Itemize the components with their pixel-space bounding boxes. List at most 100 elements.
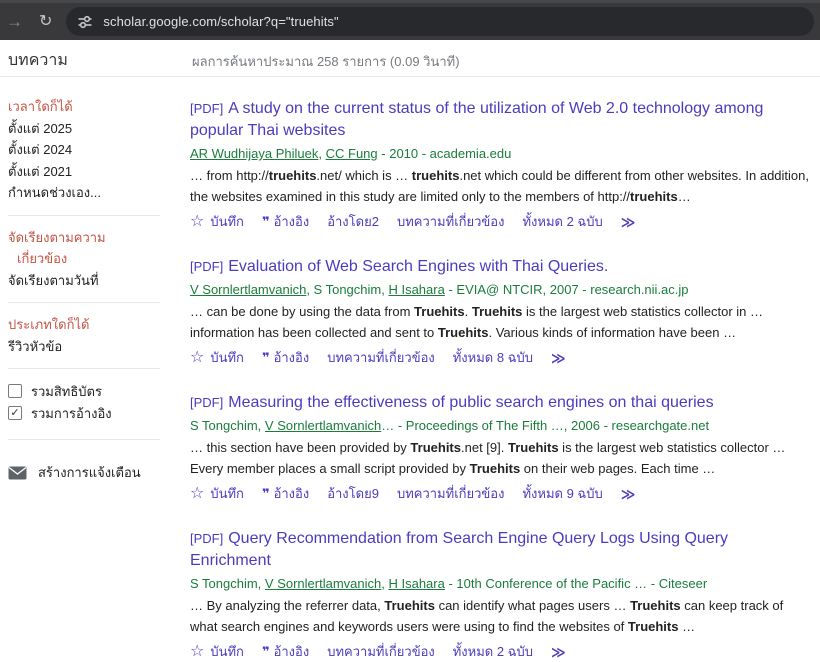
author-link[interactable]: V Sornlertlamvanich [265,576,381,591]
chevrons-icon: ≫ [551,351,566,365]
quote-icon: ❞ [262,645,268,658]
include-patents-checkbox[interactable] [8,384,22,398]
include-patents-option[interactable]: รวมสิทธิบัตร [8,380,178,402]
result-title-text[interactable]: Evaluation of Web Search Engines with Th… [228,258,608,275]
sort-by-date[interactable]: จัดเรียงตามวันที่ [8,270,178,292]
text-segment: can identify what pages users … [435,598,630,613]
text-segment: .net [9]. [461,440,508,455]
filter-any-type[interactable]: ประเภทใดก็ได้ [8,314,178,336]
forward-icon[interactable]: → [6,13,23,30]
include-citations-checkbox[interactable]: ✓ [8,406,22,420]
text-segment: Truehits [628,619,679,634]
text-segment: … - Proceedings of The Fifth …, 2006 - r… [381,418,709,433]
cite-button[interactable]: ❞อ้างอิง [262,211,309,232]
filter-anytime[interactable]: เวลาใดก็ได้ [8,96,178,118]
text-segment: .net/ which is … [316,168,411,183]
action-label: อ้างอิง [274,483,310,504]
filter-since-2021[interactable]: ตั้งแต่ 2021 [8,161,178,183]
pdf-tag[interactable]: [PDF] [190,101,223,116]
url-text[interactable]: scholar.google.com/scholar?q="truehits" [103,14,338,29]
text-segment: Truehits [410,440,461,455]
text-segment: … [678,619,695,634]
create-alert-button[interactable]: สร้างการแจ้งเตือน [8,462,178,483]
action-link[interactable]: ทั้งหมด 2 ฉบับ [453,641,533,662]
save-button[interactable]: ☆บันทึก [190,483,244,504]
action-link[interactable]: บทความที่เกี่ยวข้อง [397,211,505,232]
search-result: [PDF]A study on the current status of th… [190,98,812,232]
filters-sidebar: เวลาใดก็ได้ ตั้งแต่ 2025 ตั้งแต่ 2024 ตั… [8,96,178,483]
include-citations-option[interactable]: ✓ รวมการอ้างอิง [8,402,178,424]
action-link[interactable]: บทความที่เกี่ยวข้อง [327,347,435,368]
result-title-text[interactable]: Measuring the effectiveness of public se… [228,394,713,411]
action-label: ทั้งหมด 2 ฉบับ [453,641,533,662]
text-segment: - 2010 - academia.edu [378,146,512,161]
cite-button[interactable]: ❞อ้างอิง [262,347,309,368]
result-snippet: … from http://truehits.net/ which is … t… [190,165,812,207]
author-link[interactable]: H Isahara [388,282,444,297]
result-title-link[interactable]: [PDF]Query Recommendation from Search En… [190,528,812,572]
filter-custom-range[interactable]: กำหนดช่วงเอง... [8,182,178,204]
text-segment: … from http:// [190,168,269,183]
save-button[interactable]: ☆บันทึก [190,347,244,368]
pdf-tag[interactable]: [PDF] [190,531,223,546]
text-segment: - 10th Conference of the Pacific … - Cit… [445,576,707,591]
author-link[interactable]: AR Wudhijaya Philuek [190,146,318,161]
more-versions-button[interactable]: ≫ [621,487,636,501]
sort-by-relevance[interactable]: จัดเรียงตามความ เกี่ยวข้อง [8,227,178,270]
text-segment: truehits [630,189,678,204]
star-icon: ☆ [190,214,204,230]
sort-by-relevance-line1: จัดเรียงตามความ [8,227,178,249]
text-segment: … can be done by using the data from [190,304,414,319]
reload-icon[interactable]: ↻ [39,14,52,30]
cite-button[interactable]: ❞ อ้างอิง [262,483,309,504]
filter-since-2024[interactable]: ตั้งแต่ 2024 [8,139,178,161]
results-stats: ผลการค้นหาประมาณ 258 รายการ (0.09 วินาที… [192,51,460,72]
action-link[interactable]: อ้างโดย9 [327,483,379,504]
action-link[interactable]: ทั้งหมด 9 ฉบับ [522,483,602,504]
articles-section-label: บทความ [8,48,68,73]
pdf-tag[interactable]: [PDF] [190,395,223,410]
more-versions-button[interactable]: ≫ [551,645,566,659]
chevrons-icon: ≫ [621,215,636,229]
sidebar-divider [8,302,160,303]
text-segment: S Tongchim, [190,418,265,433]
author-link[interactable]: CC Fung [326,146,378,161]
text-segment: Truehits [438,325,489,340]
action-label: ทั้งหมด 9 ฉบับ [522,483,602,504]
quote-icon: ❞ [262,487,268,500]
action-label: อ้างโดย9 [327,483,379,504]
action-link[interactable]: บทความที่เกี่ยวข้อง [397,483,505,504]
save-button[interactable]: ☆บันทึก [190,211,244,232]
author-link[interactable]: V Sornlertlamvanich [265,418,381,433]
filter-since-2025[interactable]: ตั้งแต่ 2025 [8,118,178,140]
chevrons-icon: ≫ [551,645,566,659]
action-label: อ้างโดย2 [327,211,379,232]
quote-icon: ❞ [262,351,268,364]
filter-review-articles[interactable]: รีวิวหัวข้อ [8,336,178,358]
action-link[interactable]: บทความที่เกี่ยวข้อง [327,641,435,662]
more-versions-button[interactable]: ≫ [621,215,636,229]
more-versions-button[interactable]: ≫ [551,351,566,365]
pdf-tag[interactable]: [PDF] [190,259,223,274]
action-link[interactable]: อ้างโดย2 [327,211,379,232]
result-title-text[interactable]: Query Recommendation from Search Engine … [190,530,728,569]
cite-button[interactable]: ❞อ้างอิง [262,641,309,662]
action-link[interactable]: ทั้งหมด 8 ฉบับ [453,347,533,368]
text-segment: S Tongchim, [190,576,265,591]
author-link[interactable]: H Isahara [388,576,444,591]
result-title-text[interactable]: A study on the current status of the uti… [190,100,763,139]
result-title-link[interactable]: [PDF] Measuring the effectiveness of publ… [190,392,812,414]
create-alert-label: สร้างการแจ้งเตือน [38,462,141,483]
action-link[interactable]: ทั้งหมด 2 ฉบับ [522,211,602,232]
site-info-icon[interactable] [77,14,93,30]
save-button[interactable]: ☆บันทึก [190,641,244,662]
search-result: [PDF]Query Recommendation from Search En… [190,528,812,662]
action-label: บทความที่เกี่ยวข้อง [327,641,435,662]
author-link[interactable]: V Sornlertlamvanich [190,282,306,297]
result-title-link[interactable]: [PDF]A study on the current status of th… [190,98,812,142]
result-title-link[interactable]: [PDF] Evaluation of Web Search Engines wi… [190,256,812,278]
text-segment: . [465,304,472,319]
result-actions: ☆บันทึก ❞อ้างอิง อ้างโดย2 บทความที่เกี่ยวข้… [190,211,812,232]
url-bar[interactable]: scholar.google.com/scholar?q="truehits" [66,7,814,36]
text-segment: … By analyzing the referrer data, [190,598,384,613]
